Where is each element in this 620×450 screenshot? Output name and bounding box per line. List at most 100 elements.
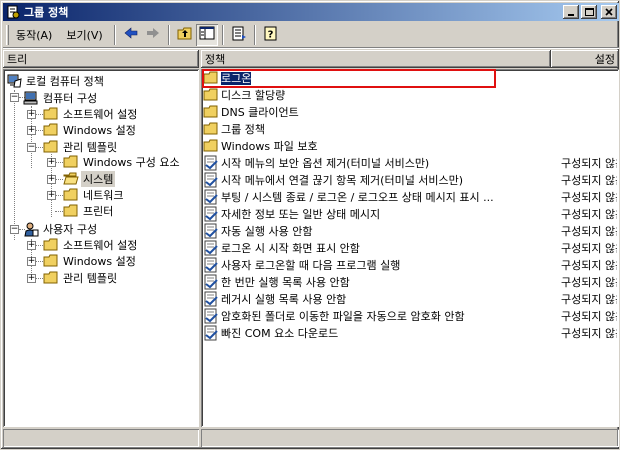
list-item[interactable]: DNS 클라이언트 bbox=[203, 103, 617, 120]
tree-node-windows-components[interactable]: Windows 구성 요소 bbox=[63, 154, 182, 170]
list-item[interactable]: 자세한 정보 또는 일반 상태 메시지 구성되지 않음 bbox=[203, 205, 617, 222]
list-item-name: 사용자 로그온할 때 다음 프로그램 실행 bbox=[221, 258, 401, 272]
expand-toggle[interactable]: + bbox=[47, 191, 56, 200]
close-button[interactable] bbox=[601, 5, 617, 19]
tree-node-user-software-settings[interactable]: 소프트웨어 설정 bbox=[43, 237, 139, 253]
help-button[interactable]: ? bbox=[260, 24, 282, 46]
tree-node-label: 소프트웨어 설정 bbox=[63, 108, 138, 121]
minimize-button[interactable] bbox=[563, 5, 579, 19]
policy-setting-icon bbox=[203, 308, 219, 324]
folder-icon bbox=[43, 237, 59, 253]
list-item-state: 구성되지 않음 bbox=[561, 292, 617, 306]
tree-node-windows-settings[interactable]: Windows 설정 bbox=[43, 122, 138, 138]
tree-node-network[interactable]: 네트워크 bbox=[63, 187, 125, 203]
tree-node-label: Windows 설정 bbox=[63, 255, 136, 268]
list-item-state: 구성되지 않음 bbox=[561, 241, 617, 255]
back-arrow-icon bbox=[123, 26, 139, 43]
tree-node-label: 시스템 bbox=[81, 171, 116, 187]
policy-setting-icon bbox=[203, 325, 219, 341]
tree-node-label: 컴퓨터 구성 bbox=[43, 92, 98, 105]
export-list-icon bbox=[231, 26, 247, 44]
menu-view[interactable]: 보기(V) bbox=[59, 25, 109, 45]
expand-toggle[interactable]: + bbox=[27, 274, 36, 283]
tree-pane[interactable]: 로컬 컴퓨터 정책 − 컴퓨터 구성 + 소프트웨어 설정 + Windows … bbox=[3, 69, 199, 427]
list-item[interactable]: 부팅 / 시스템 종료 / 로그온 / 로그오프 상태 메시지 표시 ... 구… bbox=[203, 188, 617, 205]
list-item-name: 암호화된 폴더로 이동한 파일을 자동으로 암호화 안함 bbox=[221, 309, 465, 323]
tree-node-software-settings[interactable]: 소프트웨어 설정 bbox=[43, 106, 139, 122]
folder-icon bbox=[43, 139, 59, 155]
list-item-name: 그룹 정책 bbox=[221, 122, 265, 136]
status-bar bbox=[3, 429, 619, 449]
expand-toggle[interactable]: + bbox=[27, 257, 36, 266]
list-item-state: 구성되지 않음 bbox=[561, 275, 617, 289]
expand-toggle[interactable]: + bbox=[27, 110, 36, 119]
export-list-button[interactable] bbox=[228, 24, 250, 46]
computer-icon bbox=[23, 90, 39, 106]
menu-action[interactable]: 동작(A) bbox=[9, 25, 59, 45]
collapse-toggle[interactable]: − bbox=[10, 225, 19, 234]
maximize-button[interactable] bbox=[581, 5, 597, 19]
status-cell bbox=[201, 429, 619, 447]
list-item[interactable]: 시작 메뉴에서 연결 끊기 항목 제거(터미널 서비스만) 구성되지 않음 bbox=[203, 171, 617, 188]
tree-node-printers[interactable]: 프린터 bbox=[63, 203, 115, 219]
policy-doc-icon bbox=[5, 4, 21, 20]
show-hide-tree-button[interactable] bbox=[195, 23, 218, 46]
tree-pane-header[interactable]: 트리 bbox=[3, 50, 199, 68]
list-item-name: DNS 클라이언트 bbox=[221, 105, 299, 119]
toolbar-separator bbox=[167, 24, 170, 45]
list-item[interactable]: 빠진 COM 요소 다운로드 구성되지 않음 bbox=[203, 324, 617, 341]
list-item[interactable]: 디스크 할당량 bbox=[203, 86, 617, 103]
list-item[interactable]: 한 번만 실행 목록 사용 안함 구성되지 않음 bbox=[203, 273, 617, 290]
back-button[interactable] bbox=[120, 24, 142, 46]
expand-toggle[interactable]: + bbox=[47, 158, 56, 167]
tree-node-label: 프린터 bbox=[83, 205, 114, 218]
up-level-button[interactable] bbox=[174, 24, 196, 46]
list-item-name: 시작 메뉴에서 연결 끊기 항목 제거(터미널 서비스만) bbox=[221, 173, 464, 187]
folder-icon bbox=[203, 87, 219, 103]
tree-node-computer-config[interactable]: 컴퓨터 구성 bbox=[23, 90, 99, 106]
list-item[interactable]: 로그온 bbox=[203, 69, 617, 86]
collapse-toggle[interactable]: − bbox=[27, 143, 36, 152]
folder-icon bbox=[43, 106, 59, 122]
collapse-toggle[interactable]: − bbox=[10, 93, 19, 102]
folder-icon bbox=[203, 138, 219, 154]
expand-toggle[interactable]: + bbox=[47, 175, 56, 184]
column-header-setting[interactable]: 설정 bbox=[551, 50, 619, 68]
list-item-state: 구성되지 않음 bbox=[561, 207, 617, 221]
status-cell bbox=[3, 429, 199, 447]
toolbar-separator bbox=[221, 24, 224, 45]
open-folder-icon bbox=[63, 171, 79, 187]
expand-toggle[interactable]: + bbox=[27, 241, 36, 250]
list-item[interactable]: 사용자 로그온할 때 다음 프로그램 실행 구성되지 않음 bbox=[203, 256, 617, 273]
list-item-state: 구성되지 않음 bbox=[561, 309, 617, 323]
expand-toggle[interactable]: + bbox=[27, 126, 36, 135]
policy-list-pane[interactable]: 로그온 디스크 할당량 DNS 클라이언트 그룹 정책 Windows 파일 보… bbox=[201, 69, 619, 427]
list-item[interactable]: 로그온 시 시작 화면 표시 안함 구성되지 않음 bbox=[203, 239, 617, 256]
show-hide-tree-icon bbox=[199, 26, 215, 43]
list-item[interactable]: 레거시 실행 목록 사용 안함 구성되지 않음 bbox=[203, 290, 617, 307]
tree-node-user-admin-templates[interactable]: 관리 템플릿 bbox=[43, 270, 119, 286]
tree-node-label: 소프트웨어 설정 bbox=[63, 239, 138, 252]
computer-policy-icon bbox=[6, 73, 22, 89]
tree-node-admin-templates[interactable]: 관리 템플릿 bbox=[43, 139, 119, 155]
list-item-name: 자세한 정보 또는 일반 상태 메시지 bbox=[221, 207, 381, 221]
list-item-name: 로그온 시 시작 화면 표시 안함 bbox=[221, 241, 360, 255]
folder-icon bbox=[63, 187, 79, 203]
list-item[interactable]: 자동 실행 사용 안함 구성되지 않음 bbox=[203, 222, 617, 239]
tree-node-user-windows-settings[interactable]: Windows 설정 bbox=[43, 253, 138, 269]
list-item-name: 디스크 할당량 bbox=[221, 88, 286, 102]
list-item[interactable]: 암호화된 폴더로 이동한 파일을 자동으로 암호화 안함 구성되지 않음 bbox=[203, 307, 617, 324]
forward-button[interactable] bbox=[142, 24, 164, 46]
toolbar-separator bbox=[113, 24, 116, 45]
folder-icon bbox=[203, 70, 219, 86]
column-header-policy-label: 정책 bbox=[205, 53, 226, 66]
column-header-policy[interactable]: 정책 bbox=[201, 50, 551, 68]
list-item[interactable]: Windows 파일 보호 bbox=[203, 137, 617, 154]
list-item[interactable]: 시작 메뉴의 보안 옵션 제거(터미널 서비스만) 구성되지 않음 bbox=[203, 154, 617, 171]
tree-header-label: 트리 bbox=[7, 53, 28, 66]
tree-node-system[interactable]: 시스템 bbox=[63, 171, 116, 187]
title-bar[interactable]: 그룹 정책 bbox=[3, 3, 619, 21]
tree-node-local-computer-policy[interactable]: 로컬 컴퓨터 정책 bbox=[6, 73, 106, 89]
list-item[interactable]: 그룹 정책 bbox=[203, 120, 617, 137]
tree-node-user-config[interactable]: 사용자 구성 bbox=[23, 221, 99, 237]
